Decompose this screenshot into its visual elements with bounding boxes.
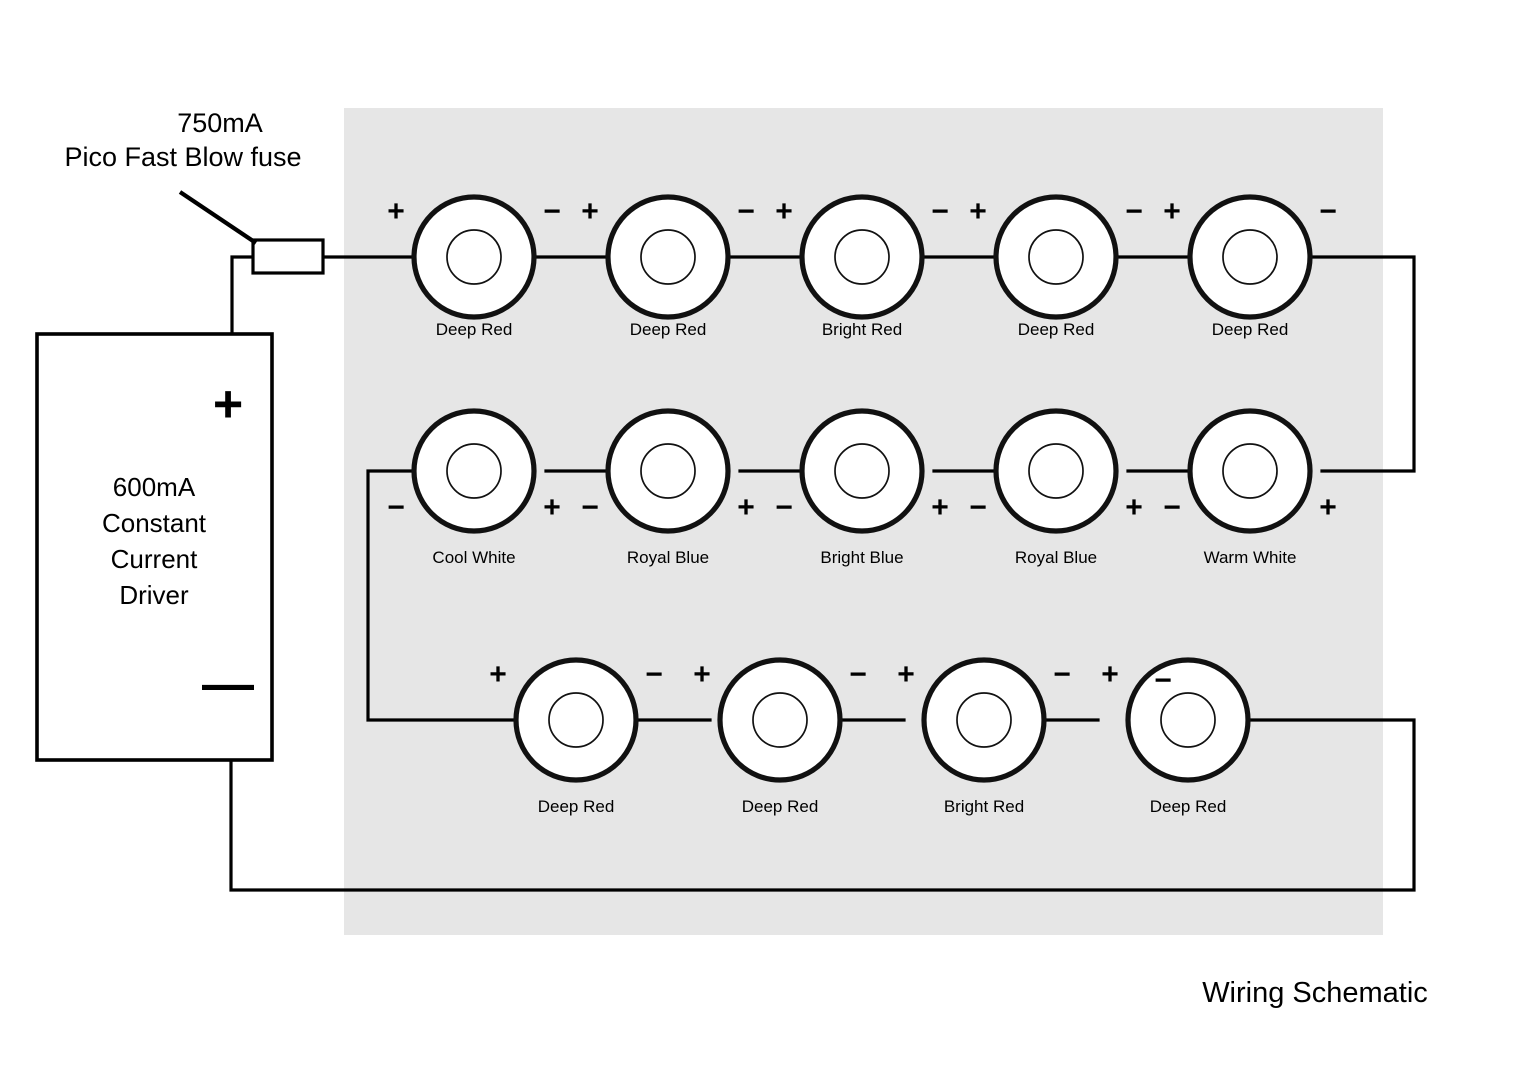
driver-label-line2: Constant (102, 508, 207, 538)
led-right-polarity-sign: − (543, 195, 561, 228)
led-left-polarity-sign: + (897, 658, 915, 691)
led-label: Deep Red (742, 797, 819, 816)
led-die-circle (640, 443, 696, 499)
led-die-circle (956, 692, 1012, 748)
led-left-polarity-sign: + (387, 195, 405, 228)
led-left-polarity-sign: − (1163, 491, 1181, 524)
fuse-symbol (251, 238, 325, 275)
led-right-polarity-sign: + (1319, 491, 1337, 524)
led-label: Deep Red (436, 320, 513, 339)
led-left-polarity-sign: + (489, 658, 507, 691)
schematic-canvas: 750mA Pico Fast Blow fuse + — 600mA Cons… (35, 108, 1428, 1009)
led-label: Deep Red (630, 320, 707, 339)
led-right-polarity-sign: + (737, 491, 755, 524)
led-die-circle (446, 229, 502, 285)
driver-label-line4: Driver (119, 580, 189, 610)
led-left-polarity-sign: + (1101, 658, 1119, 691)
led-left-polarity-sign: − (775, 491, 793, 524)
led-left-polarity-sign: + (581, 195, 599, 228)
led-label: Bright Red (944, 797, 1024, 816)
led-right-polarity-sign: + (931, 491, 949, 524)
driver-positive-terminal-sign: + (213, 376, 243, 434)
fuse-label-line2: Pico Fast Blow fuse (64, 142, 301, 172)
driver-label-line3: Current (111, 544, 198, 574)
led-label: Bright Blue (820, 548, 903, 567)
led-right-polarity-sign: − (1053, 658, 1071, 691)
led-die-circle (834, 443, 890, 499)
led-left-polarity-sign: − (387, 491, 405, 524)
led-die-circle (834, 229, 890, 285)
led-right-polarity-sign: − (645, 658, 663, 691)
led-left-polarity-sign: + (693, 658, 711, 691)
led-die-circle (1028, 229, 1084, 285)
fuse-leader-line (178, 190, 258, 245)
led-right-polarity-sign: − (1154, 664, 1172, 697)
led-die-circle (1028, 443, 1084, 499)
driver-negative-terminal-sign: — (202, 656, 254, 714)
wire-driver-positive-to-fuse (230, 255, 256, 335)
led-die-circle (640, 229, 696, 285)
led-die-circle (1222, 229, 1278, 285)
led-left-polarity-sign: + (775, 195, 793, 228)
led-label: Deep Red (1018, 320, 1095, 339)
led-left-polarity-sign: + (969, 195, 987, 228)
led-die-circle (1222, 443, 1278, 499)
led-label: Bright Red (822, 320, 902, 339)
led-label: Deep Red (1150, 797, 1227, 816)
led-label: Deep Red (538, 797, 615, 816)
figure-caption: Wiring Schematic (1202, 977, 1428, 1009)
led-right-polarity-sign: − (1125, 195, 1143, 228)
led-label: Deep Red (1212, 320, 1289, 339)
led-label: Royal Blue (1015, 548, 1097, 567)
led-right-polarity-sign: − (849, 658, 867, 691)
driver-label-line1: 600mA (113, 472, 196, 502)
led-left-polarity-sign: + (1163, 195, 1181, 228)
wiring-schematic-figure: 750mA Pico Fast Blow fuse + — 600mA Cons… (0, 0, 1527, 1080)
constant-current-driver: + — 600mA Constant Current Driver (35, 332, 274, 762)
led-right-polarity-sign: − (931, 195, 949, 228)
led-die-circle (548, 692, 604, 748)
led-die-circle (752, 692, 808, 748)
fuse-symbol-group (178, 190, 325, 275)
led-label: Cool White (432, 548, 515, 567)
led-left-polarity-sign: − (969, 491, 987, 524)
led-label: Warm White (1204, 548, 1297, 567)
fuse-label-line1: 750mA (177, 108, 263, 138)
led-right-polarity-sign: + (1125, 491, 1143, 524)
led-die-circle (1160, 692, 1216, 748)
led-right-polarity-sign: − (737, 195, 755, 228)
led-left-polarity-sign: − (581, 491, 599, 524)
led-right-polarity-sign: − (1319, 195, 1337, 228)
led-right-polarity-sign: + (543, 491, 561, 524)
led-die-circle (446, 443, 502, 499)
led-label: Royal Blue (627, 548, 709, 567)
